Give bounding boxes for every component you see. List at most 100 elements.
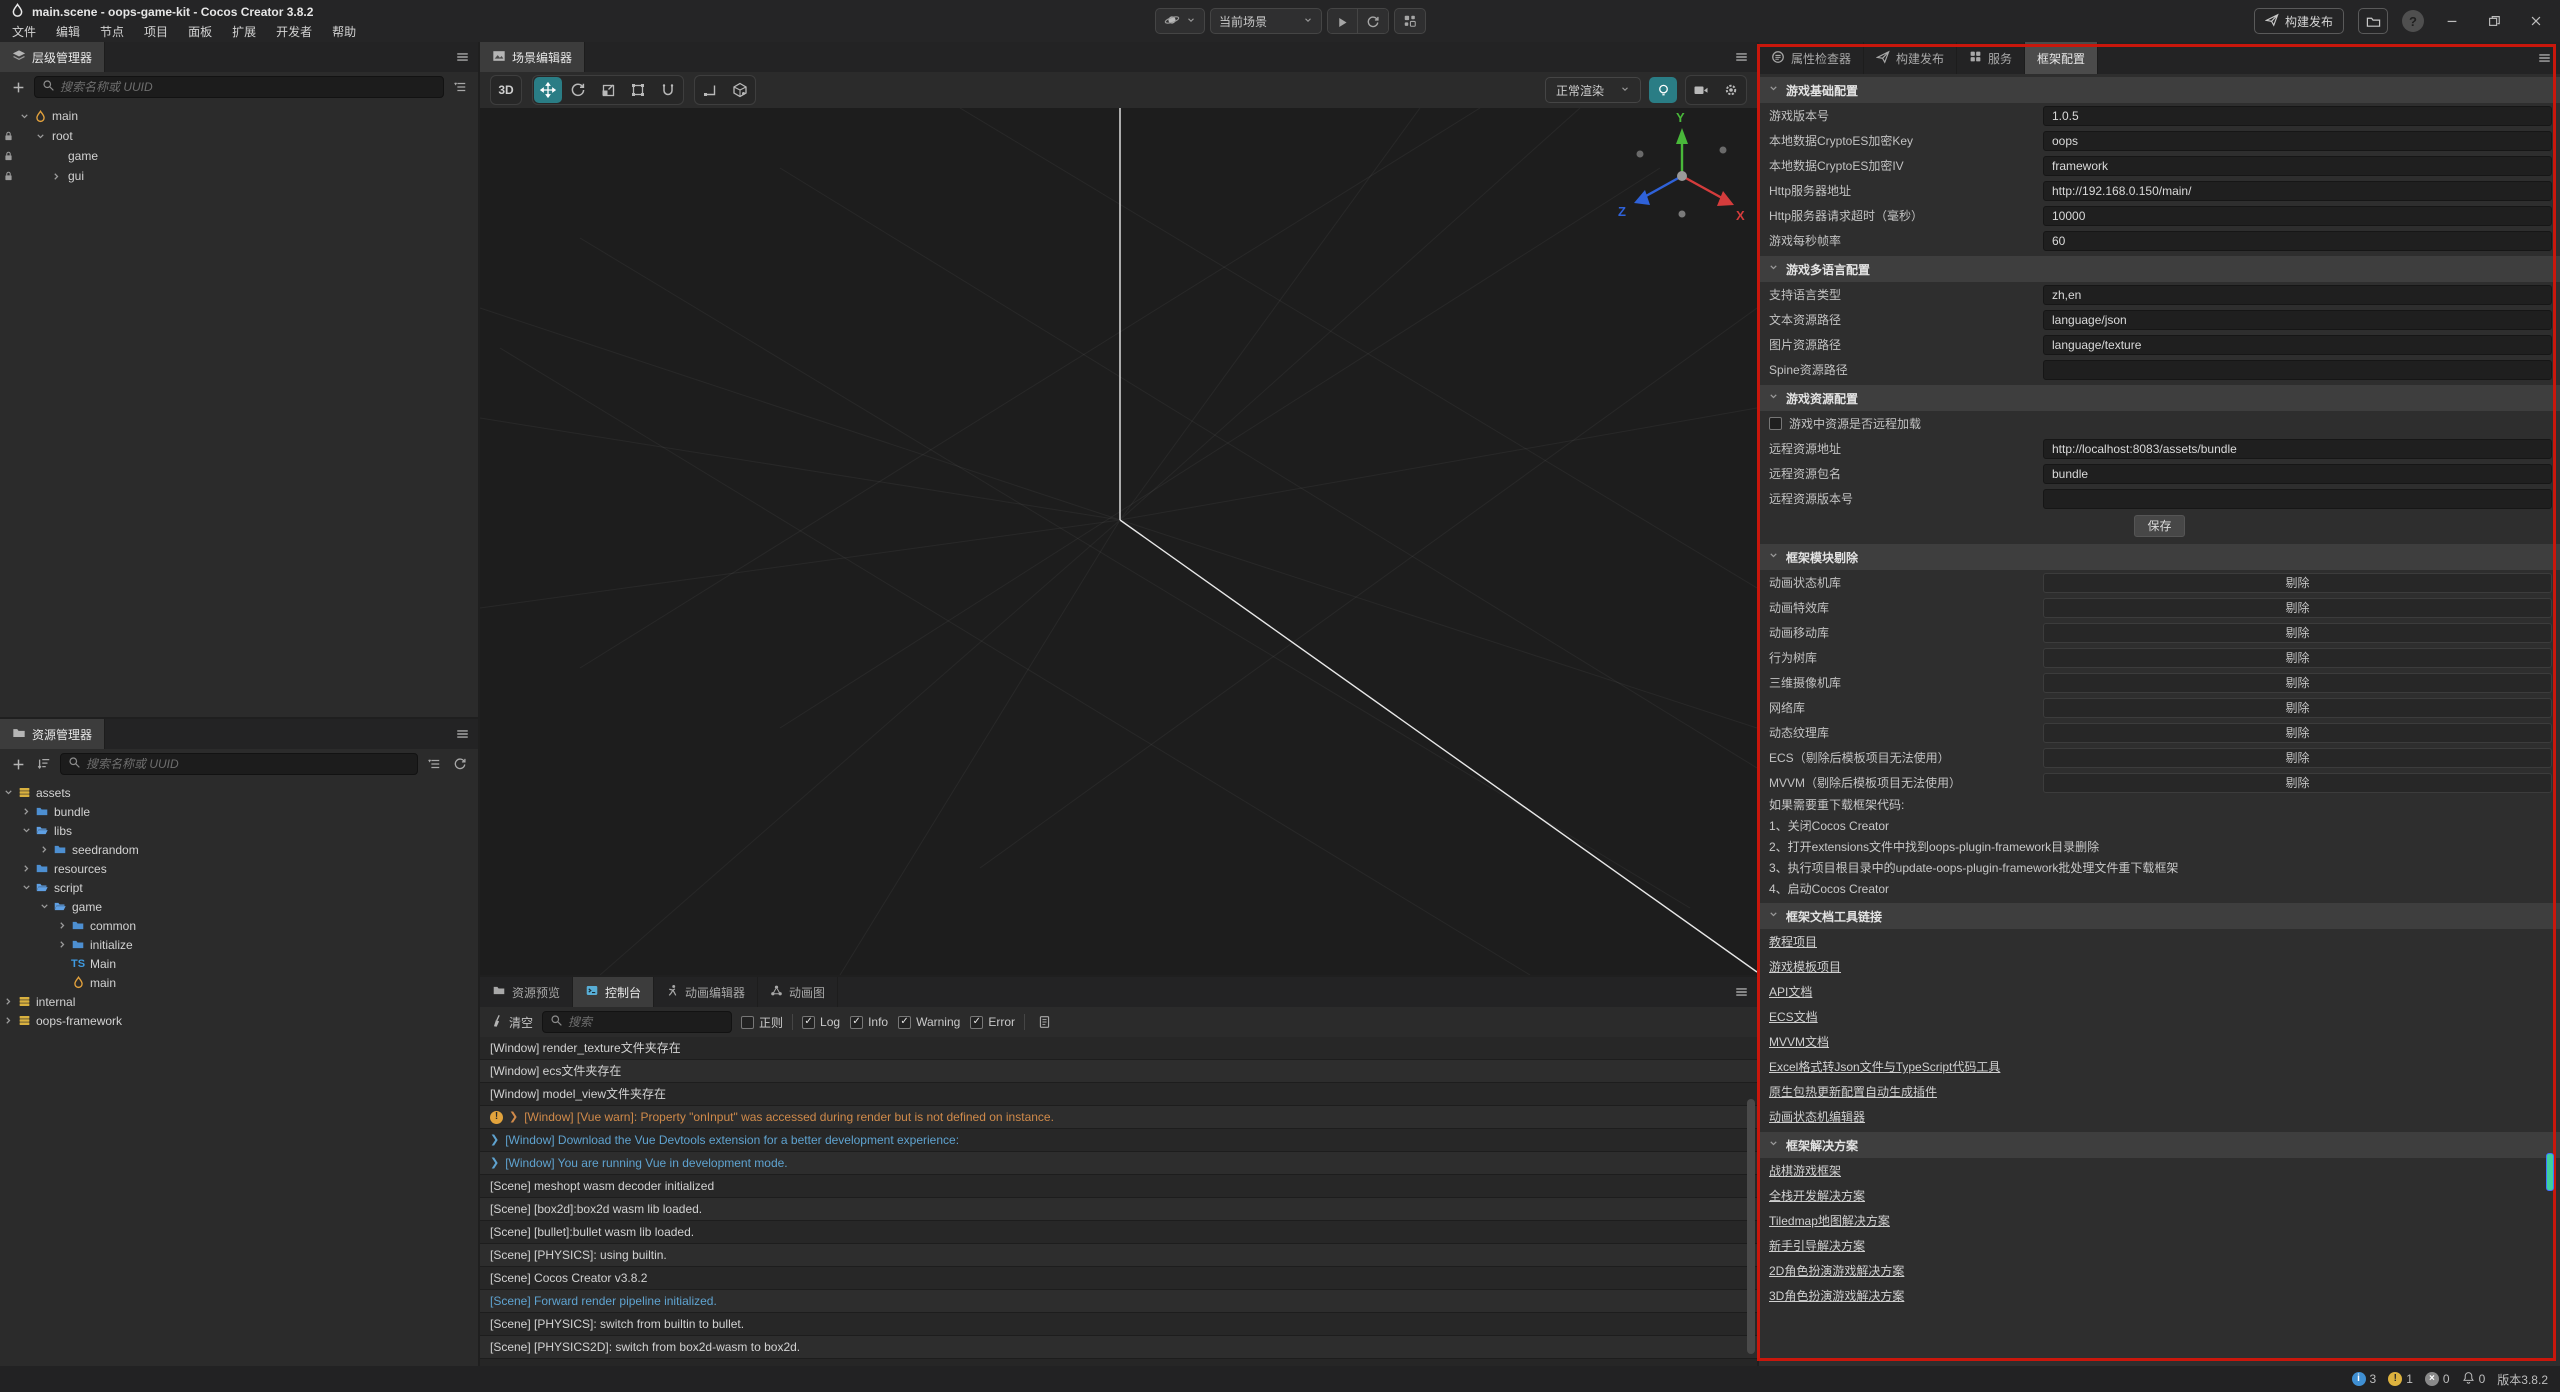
console-message[interactable]: [Window] model_view文件夹存在 xyxy=(480,1083,1757,1106)
console-message[interactable]: [Window] render_texture文件夹存在 xyxy=(480,1037,1757,1060)
prop-input-文本资源路径[interactable] xyxy=(2043,310,2552,330)
rotate-tool-icon[interactable] xyxy=(564,77,592,103)
transform-gizmo-icon[interactable] xyxy=(654,77,682,103)
menu-item-节点[interactable]: 节点 xyxy=(90,22,134,42)
tab-服务[interactable]: 服务 xyxy=(1957,42,2025,74)
doc-link-动画状态机编辑器[interactable]: 动画状态机编辑器 xyxy=(1769,1108,1865,1125)
console-message[interactable]: [Window] ecs文件夹存在 xyxy=(480,1060,1757,1083)
build-publish-button[interactable]: 构建发布 xyxy=(2254,8,2344,34)
section-header-游戏多语言配置[interactable]: 游戏多语言配置 xyxy=(1759,256,2560,282)
hierarchy-search-box[interactable] xyxy=(34,76,444,98)
doc-link-2D角色扮演游戏解决方案[interactable]: 2D角色扮演游戏解决方案 xyxy=(1769,1262,1904,1279)
console-message[interactable]: [Scene] Cocos Creator v3.8.2 xyxy=(480,1267,1757,1290)
remove-module-button[interactable]: 剔除 xyxy=(2043,573,2552,593)
remove-module-button[interactable]: 剔除 xyxy=(2043,723,2552,743)
prop-input-本地数据CryptoES加密IV[interactable] xyxy=(2043,156,2552,176)
prop-input-Http服务器请求超时（毫秒）[interactable] xyxy=(2043,206,2552,226)
clear-console-button[interactable]: 清空 xyxy=(490,1014,533,1031)
prop-input-本地数据CryptoES加密Key[interactable] xyxy=(2043,131,2552,151)
tree-item-seedrandom[interactable]: seedrandom xyxy=(0,840,478,859)
notification-count[interactable]: 0 xyxy=(2462,1371,2486,1387)
expand-chevron-icon[interactable]: ❯ xyxy=(509,1106,518,1128)
tree-item-resources[interactable]: resources xyxy=(0,859,478,878)
tree-chevron-right[interactable] xyxy=(0,1013,16,1029)
tree-item-game[interactable]: game xyxy=(0,897,478,916)
tree-chevron-right[interactable] xyxy=(48,168,64,184)
save-button[interactable]: 保存 xyxy=(2134,515,2184,537)
doc-link-API文档[interactable]: API文档 xyxy=(1769,983,1812,1000)
prop-input-游戏每秒帧率[interactable] xyxy=(2043,231,2552,251)
tree-item-initialize[interactable]: initialize xyxy=(0,935,478,954)
console-message[interactable]: [Scene] Forward render pipeline initiali… xyxy=(480,1290,1757,1313)
tab-scene-editor[interactable]: 场景编辑器 xyxy=(480,42,585,72)
tree-item-script[interactable]: script xyxy=(0,878,478,897)
tab-动画编辑器[interactable]: 动画编辑器 xyxy=(654,977,758,1007)
tree-item-internal[interactable]: internal xyxy=(0,992,478,1011)
console-message[interactable]: ❯[Window] Download the Vue Devtools exte… xyxy=(480,1129,1757,1152)
hierarchy-search-input[interactable] xyxy=(60,80,436,94)
section-header-游戏基础配置[interactable]: 游戏基础配置 xyxy=(1759,77,2560,103)
doc-link-原生包热更新配置自动生成插件[interactable]: 原生包热更新配置自动生成插件 xyxy=(1769,1083,1937,1100)
gizmo-x-label[interactable]: X xyxy=(1736,208,1745,223)
assets-menu-icon[interactable] xyxy=(455,727,470,744)
prop-input-Http服务器地址[interactable] xyxy=(2043,181,2552,201)
tab-构建发布[interactable]: 构建发布 xyxy=(1864,42,1957,74)
tree-item-assets[interactable]: assets xyxy=(0,783,478,802)
doc-link-Tiledmap地图解决方案[interactable]: Tiledmap地图解决方案 xyxy=(1769,1212,1890,1229)
tree-chevron-right[interactable] xyxy=(54,937,70,953)
console-search-box[interactable] xyxy=(542,1011,732,1033)
open-folder-button[interactable] xyxy=(2358,8,2388,34)
menu-item-文件[interactable]: 文件 xyxy=(2,22,46,42)
gear-icon[interactable] xyxy=(1717,77,1745,103)
tree-item-bundle[interactable]: bundle xyxy=(0,802,478,821)
tree-item-root[interactable]: root xyxy=(0,126,478,146)
remove-module-button[interactable]: 剔除 xyxy=(2043,598,2552,618)
minimize-button[interactable] xyxy=(2438,7,2466,35)
inspector-menu-icon[interactable] xyxy=(2537,51,2552,68)
prop-input-游戏版本号[interactable] xyxy=(2043,106,2552,126)
tree-chevron-right[interactable] xyxy=(18,804,34,820)
rect-tool-icon[interactable] xyxy=(624,77,652,103)
tree-item-main[interactable]: main xyxy=(0,106,478,126)
remove-module-button[interactable]: 剔除 xyxy=(2043,648,2552,668)
regex-checkbox[interactable]: 正则 xyxy=(741,1014,783,1031)
prop-input-远程资源版本号[interactable] xyxy=(2043,489,2552,509)
console-message[interactable]: ❯[Window] You are running Vue in develop… xyxy=(480,1152,1757,1175)
hierarchy-filter-icon[interactable] xyxy=(450,77,470,97)
doc-link-游戏模板项目[interactable]: 游戏模板项目 xyxy=(1769,958,1841,975)
doc-link-Excel格式转Json文件与TypeScript代码工具[interactable]: Excel格式转Json文件与TypeScript代码工具 xyxy=(1769,1058,2000,1075)
render-mode-select[interactable]: 正常渲染 xyxy=(1545,77,1641,103)
tab-资源预览[interactable]: 资源预览 xyxy=(480,977,573,1007)
remote-load-checkbox[interactable] xyxy=(1769,417,1782,430)
scale-tool-icon[interactable] xyxy=(594,77,622,103)
remove-module-button[interactable]: 剔除 xyxy=(2043,773,2552,793)
tree-chevron-right[interactable] xyxy=(54,918,70,934)
tab-assets[interactable]: 资源管理器 xyxy=(0,719,105,749)
gizmo-z-label[interactable]: Z xyxy=(1618,204,1626,219)
menu-item-项目[interactable]: 项目 xyxy=(134,22,178,42)
tree-chevron-right[interactable] xyxy=(36,842,52,858)
section-header-框架文档工具链接[interactable]: 框架文档工具链接 xyxy=(1759,903,2560,929)
console-message[interactable]: [Scene] [bullet]:bullet wasm lib loaded. xyxy=(480,1221,1757,1244)
section-header-框架模块剔除[interactable]: 框架模块剔除 xyxy=(1759,544,2560,570)
maximize-button[interactable] xyxy=(2480,7,2508,35)
tree-chevron-down[interactable] xyxy=(36,899,52,915)
tree-chevron-down[interactable] xyxy=(32,128,48,144)
console-scrollbar[interactable] xyxy=(1747,1099,1755,1354)
camera-settings-icon[interactable] xyxy=(1687,77,1715,103)
prop-input-图片资源路径[interactable] xyxy=(2043,335,2552,355)
console-message[interactable]: [Scene] [PHYSICS]: using builtin. xyxy=(480,1244,1757,1267)
console-message[interactable]: [Scene] [PHYSICS2D]: switch from box2d-w… xyxy=(480,1336,1757,1359)
tab-hierarchy[interactable]: 层级管理器 xyxy=(0,42,105,72)
menu-item-编辑[interactable]: 编辑 xyxy=(46,22,90,42)
console-message[interactable]: [Scene] [box2d]:box2d wasm lib loaded. xyxy=(480,1198,1757,1221)
sort-assets-icon[interactable] xyxy=(34,754,54,774)
remove-module-button[interactable]: 剔除 xyxy=(2043,748,2552,768)
prop-input-远程资源地址[interactable] xyxy=(2043,439,2552,459)
doc-link-ECS文档[interactable]: ECS文档 xyxy=(1769,1008,1818,1025)
menu-item-帮助[interactable]: 帮助 xyxy=(322,22,366,42)
prop-input-支持语言类型[interactable] xyxy=(2043,285,2552,305)
tree-chevron-down[interactable] xyxy=(0,785,16,801)
tree-item-gui[interactable]: gui xyxy=(0,166,478,186)
console-message[interactable]: !❯[Window] [Vue warn]: Property "onInput… xyxy=(480,1106,1757,1129)
